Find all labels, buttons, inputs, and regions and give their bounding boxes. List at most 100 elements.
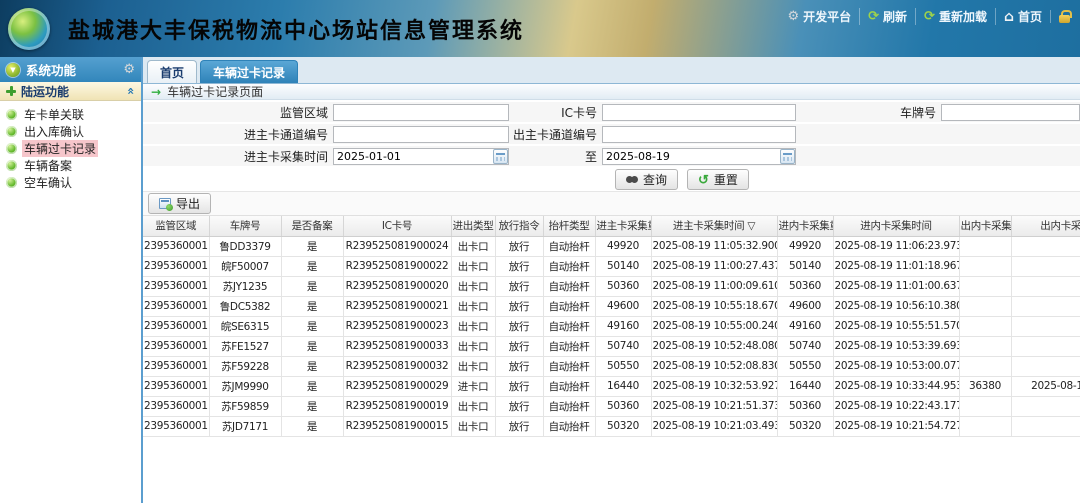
table-cell: 2395360001 xyxy=(143,356,209,376)
table-cell: 苏F59859 xyxy=(209,396,281,416)
table-cell: 是 xyxy=(281,356,343,376)
column-header-IC卡号[interactable]: IC卡号 xyxy=(343,216,451,236)
table-cell: 自动抬杆 xyxy=(543,416,595,436)
column-header-进主卡采集时间[interactable]: 进主卡采集时间 ▽ xyxy=(651,216,777,236)
column-header-监管区域[interactable]: 监管区域 xyxy=(143,216,209,236)
ic-card-input[interactable] xyxy=(602,104,796,121)
table-cell: 放行 xyxy=(495,276,543,296)
table-cell: 2025-08-19 11:01:18.967 xyxy=(833,256,959,276)
table-cell: 2395360001 xyxy=(143,336,209,356)
table-row[interactable]: 2395360001皖F50007是R239525081900022出卡口放行自… xyxy=(143,256,1080,276)
table-cell: 出卡口 xyxy=(451,296,495,316)
table-cell: 放行 xyxy=(495,296,543,316)
table-row[interactable]: 2395360001鲁DD3379是R239525081900024出卡口放行自… xyxy=(143,236,1080,256)
calendar-icon[interactable] xyxy=(780,149,795,164)
records-grid: 监管区域车牌号是否备案IC卡号进出类型放行指令抬杆类型进主卡采集重量进主卡采集时… xyxy=(143,216,1080,503)
home-icon: ⌂ xyxy=(1004,10,1014,24)
table-row[interactable]: 2395360001苏FE1527是R239525081900033出卡口放行自… xyxy=(143,336,1080,356)
table-cell xyxy=(1011,296,1080,316)
monitor-area-input[interactable] xyxy=(333,104,509,121)
sidebar-item-车辆备案[interactable]: 车辆备案 xyxy=(0,157,141,174)
table-cell xyxy=(959,256,1011,276)
tab-车辆过卡记录[interactable]: 车辆过卡记录 xyxy=(200,60,298,83)
table-row[interactable]: 2395360001苏F59859是R239525081900019出卡口放行自… xyxy=(143,396,1080,416)
table-cell xyxy=(1011,276,1080,296)
time-from-input[interactable] xyxy=(333,148,509,165)
table-row[interactable]: 2395360001苏JM9990是R239525081900029进卡口放行自… xyxy=(143,376,1080,396)
table-cell: 出卡口 xyxy=(451,276,495,296)
column-header-车牌号[interactable]: 车牌号 xyxy=(209,216,281,236)
table-cell xyxy=(1011,236,1080,256)
reload-icon: ⟳ xyxy=(924,10,935,23)
table-cell: 放行 xyxy=(495,256,543,276)
plate-input[interactable] xyxy=(941,104,1080,121)
sidebar-item-车卡单关联[interactable]: 车卡单关联 xyxy=(0,106,141,123)
table-cell: 2395360001 xyxy=(143,296,209,316)
table-cell: 2025-08-19 10:55:00.240 xyxy=(651,316,777,336)
table-cell: 放行 xyxy=(495,376,543,396)
table-cell xyxy=(1011,336,1080,356)
tab-首页[interactable]: 首页 xyxy=(147,60,197,83)
table-cell: 自动抬杆 xyxy=(543,376,595,396)
table-cell: 放行 xyxy=(495,396,543,416)
green-dot-icon xyxy=(6,177,17,188)
column-header-抬杆类型[interactable]: 抬杆类型 xyxy=(543,216,595,236)
table-cell: 出卡口 xyxy=(451,316,495,336)
column-header-进主卡采集重量[interactable]: 进主卡采集重量 xyxy=(595,216,651,236)
table-cell: 2025-08-19 11:05:32.900 xyxy=(651,236,777,256)
sidebar-item-label: 车卡单关联 xyxy=(22,106,86,123)
table-cell: 自动抬杆 xyxy=(543,336,595,356)
sidebar: ▼ 系统功能 ⚙ 陆运功能 « 车卡单关联出入库确认车辆过卡记录车辆备案空车确认 xyxy=(0,57,143,503)
sidebar-item-出入库确认[interactable]: 出入库确认 xyxy=(0,123,141,140)
sidebar-item-label: 出入库确认 xyxy=(22,123,86,140)
column-header-进出类型[interactable]: 进出类型 xyxy=(451,216,495,236)
header-link-refresh[interactable]: ⟳刷新 xyxy=(859,8,915,25)
header-link-lock[interactable] xyxy=(1050,10,1078,23)
sidebar-item-空车确认[interactable]: 空车确认 xyxy=(0,174,141,191)
gear-icon: ⚙ xyxy=(787,10,799,23)
export-button[interactable]: 导出 xyxy=(148,193,211,214)
time-to-input[interactable] xyxy=(602,148,796,165)
table-cell: 2025-08-19 11:01:00.637 xyxy=(833,276,959,296)
column-header-出内卡采集时间[interactable]: 出内卡采集时间 xyxy=(1011,216,1080,236)
header-link-reload[interactable]: ⟳重新加载 xyxy=(915,8,995,25)
table-cell: 放行 xyxy=(495,356,543,376)
reset-button[interactable]: ↺ 重置 xyxy=(687,169,749,190)
column-header-进内卡采集重量[interactable]: 进内卡采集重量 xyxy=(777,216,833,236)
out-channel-input[interactable] xyxy=(602,126,796,143)
in-channel-input[interactable] xyxy=(333,126,509,143)
chevron-up-icon[interactable]: « xyxy=(124,87,138,95)
time-to-label: 至 xyxy=(509,148,602,165)
panel-collapse-icon[interactable]: ▼ xyxy=(6,63,20,77)
table-cell: 36380 xyxy=(959,376,1011,396)
column-header-出内卡采集重量[interactable]: 出内卡采集重量 xyxy=(959,216,1011,236)
table-cell: 2025-08-19 11:06:23.973 xyxy=(833,236,959,256)
column-header-放行指令[interactable]: 放行指令 xyxy=(495,216,543,236)
header-link-dev-platform[interactable]: ⚙开发平台 xyxy=(779,8,859,25)
header-link-home[interactable]: ⌂首页 xyxy=(995,8,1050,25)
table-cell: 是 xyxy=(281,236,343,256)
export-button-label: 导出 xyxy=(176,195,200,212)
table-cell: 2025-08-19 10:53:39.693 xyxy=(833,336,959,356)
table-cell: 50740 xyxy=(595,336,651,356)
table-cell xyxy=(959,336,1011,356)
app-logo-icon xyxy=(8,8,50,50)
gear-icon[interactable]: ⚙ xyxy=(123,62,135,77)
column-header-是否备案[interactable]: 是否备案 xyxy=(281,216,343,236)
table-cell: 49920 xyxy=(777,236,833,256)
table-row[interactable]: 2395360001苏JY1235是R239525081900020出卡口放行自… xyxy=(143,276,1080,296)
table-row[interactable]: 2395360001鲁DC5382是R239525081900021出卡口放行自… xyxy=(143,296,1080,316)
sidebar-section-header[interactable]: 陆运功能 « xyxy=(0,82,141,101)
table-row[interactable]: 2395360001苏F59228是R239525081900032出卡口放行自… xyxy=(143,356,1080,376)
table-cell: 50320 xyxy=(777,416,833,436)
sidebar-item-车辆过卡记录[interactable]: 车辆过卡记录 xyxy=(0,140,141,157)
table-cell: R239525081900023 xyxy=(343,316,451,336)
query-button[interactable]: 查询 xyxy=(615,169,678,190)
calendar-icon[interactable] xyxy=(493,149,508,164)
sidebar-header[interactable]: ▼ 系统功能 ⚙ xyxy=(0,57,141,82)
sidebar-panel-title: 系统功能 xyxy=(26,60,123,79)
table-row[interactable]: 2395360001皖SE6315是R239525081900023出卡口放行自… xyxy=(143,316,1080,336)
table-row[interactable]: 2395360001苏JD7171是R239525081900015出卡口放行自… xyxy=(143,416,1080,436)
time-from-label: 进主卡采集时间 xyxy=(143,148,333,165)
column-header-进内卡采集时间[interactable]: 进内卡采集时间 xyxy=(833,216,959,236)
